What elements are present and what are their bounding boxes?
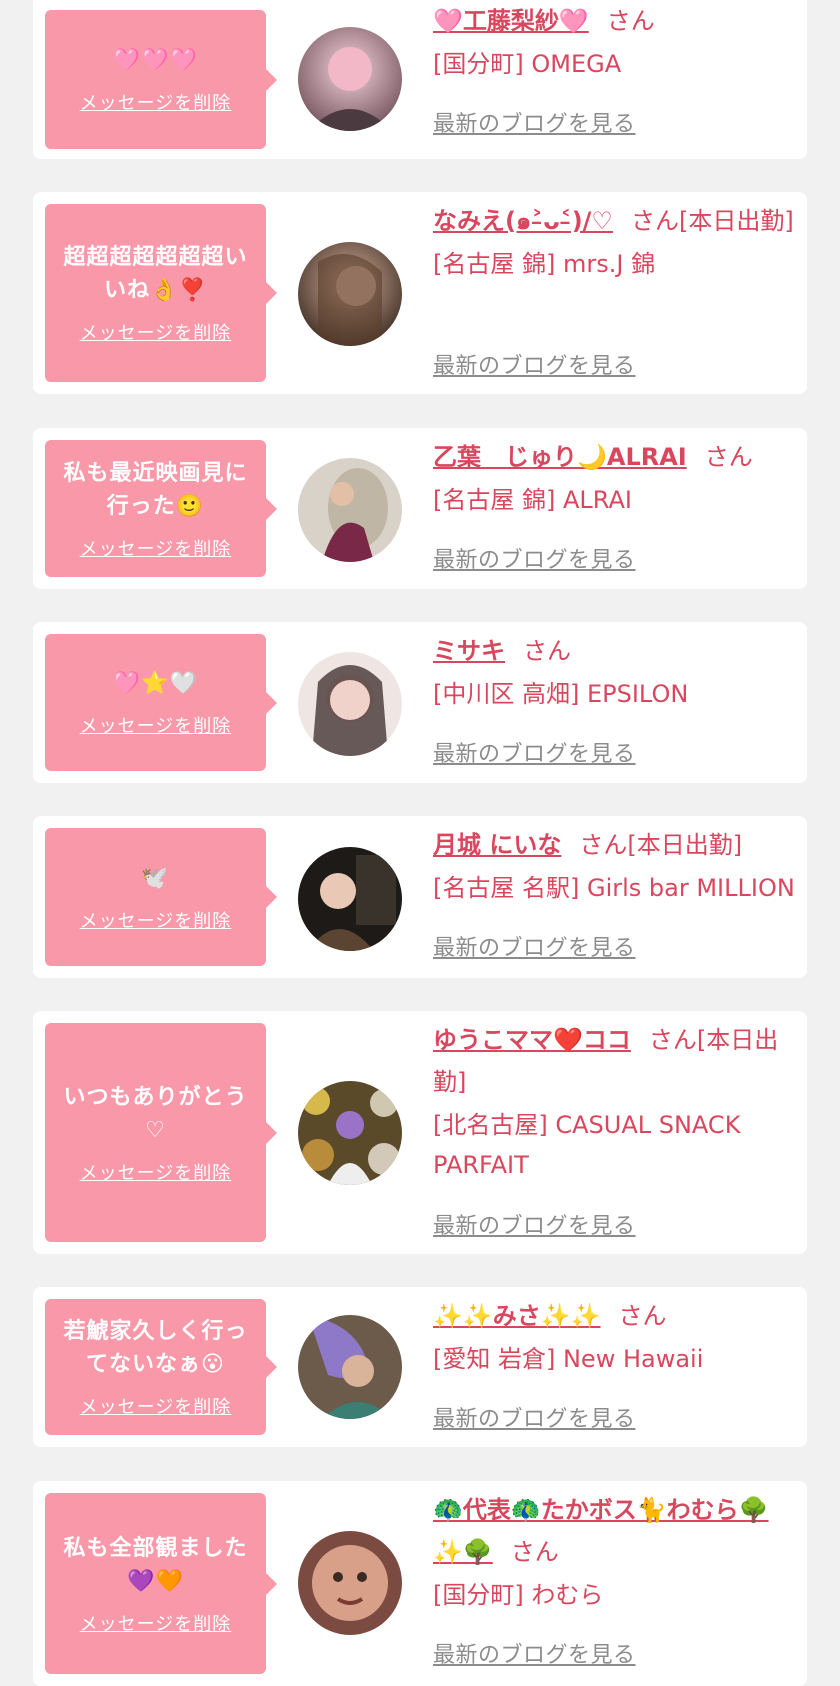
message-text: 私も最近映画見に行った🙂: [63, 460, 248, 519]
message-bubble: 🩷⭐🤍 メッセージを削除: [45, 634, 266, 771]
message-bubble: いつもありがとう♡ メッセージを削除: [45, 1023, 266, 1242]
name-suffix: さん: [510, 1538, 559, 1566]
message-text: 🩷🩷🩷: [112, 48, 199, 73]
name-suffix: さん[本日出勤]: [630, 207, 794, 235]
latest-blog-link[interactable]: 最新のブログを見る: [433, 348, 636, 380]
delete-message-link[interactable]: メッセージを削除: [80, 1159, 232, 1185]
user-info: 🩷工藤梨紗🩷 さん [国分町] OMEGA: [433, 0, 797, 84]
shop-info: [愛知 岩倉] New Hawaii: [433, 1345, 704, 1373]
shop-info: [北名古屋] CASUAL SNACK PARFAIT: [433, 1111, 741, 1179]
message-card: 🩷🩷🩷 メッセージを削除 🩷工藤梨紗🩷 さん [国分町] OMEGA 最新のブログ…: [33, 0, 807, 159]
message-bubble: 超超超超超超超いいね👌❣️ メッセージを削除: [45, 204, 266, 382]
message-bubble: 若鯱家久しく行ってないなぁ😮 メッセージを削除: [45, 1299, 266, 1435]
message-card: 超超超超超超超いいね👌❣️ メッセージを削除 なみえ(๑˃̵ᴗ˂̵)/♡ さん[本…: [33, 192, 807, 394]
latest-blog-link[interactable]: 最新のブログを見る: [433, 736, 636, 768]
user-name-link[interactable]: なみえ(๑˃̵ᴗ˂̵)/♡: [433, 207, 613, 235]
message-text: 🕊️: [141, 865, 170, 891]
delete-message-link[interactable]: メッセージを削除: [80, 89, 232, 115]
message-list: 🩷🩷🩷 メッセージを削除 🩷工藤梨紗🩷 さん [国分町] OMEGA 最新のブログ…: [0, 0, 840, 1686]
avatar[interactable]: [298, 242, 402, 346]
shop-info: [中川区 高畑] EPSILON: [433, 680, 689, 708]
avatar[interactable]: [298, 27, 402, 131]
user-name-link[interactable]: 月城 にいな: [433, 831, 561, 859]
message-card: 私も全部観ました💜🧡 メッセージを削除 🦚代表🦚たかボス🐈わむら🌳✨🌳 さん [国…: [33, 1481, 807, 1686]
name-suffix: さん: [523, 637, 571, 665]
shop-info: [国分町] OMEGA: [433, 50, 622, 78]
name-suffix: さん: [606, 7, 655, 35]
message-card: 若鯱家久しく行ってないなぁ😮 メッセージを削除 ✨✨みさ✨✨ さん [愛知 岩倉]…: [33, 1287, 807, 1447]
latest-blog-link[interactable]: 最新のブログを見る: [433, 1401, 636, 1433]
message-text: いつもありがとう♡: [63, 1084, 248, 1143]
user-name-link[interactable]: ゆうこママ❤️ココ: [433, 1026, 631, 1054]
message-bubble: 🕊️ メッセージを削除: [45, 828, 266, 966]
message-bubble: 私も全部観ました💜🧡 メッセージを削除: [45, 1493, 266, 1674]
delete-message-link[interactable]: メッセージを削除: [80, 907, 232, 933]
name-suffix: さん: [704, 443, 753, 471]
latest-blog-link[interactable]: 最新のブログを見る: [433, 930, 636, 962]
avatar[interactable]: [298, 1531, 402, 1635]
message-text: 若鯱家久しく行ってないなぁ😮: [63, 1319, 248, 1377]
user-name-link[interactable]: 乙葉 じゅり🌙ALRAI: [433, 443, 687, 471]
latest-blog-link[interactable]: 最新のブログを見る: [433, 106, 636, 138]
message-text: 🩷⭐🤍: [112, 671, 199, 696]
latest-blog-link[interactable]: 最新のブログを見る: [433, 1208, 636, 1240]
user-info: 🦚代表🦚たかボス🐈わむら🌳✨🌳 さん [国分町] わむら: [433, 1489, 797, 1615]
user-info: なみえ(๑˃̵ᴗ˂̵)/♡ さん[本日出勤] [名古屋 錦] mrs.J 錦: [433, 200, 797, 284]
user-name-link[interactable]: 🦚代表🦚たかボス🐈わむら🌳✨🌳: [433, 1496, 769, 1566]
avatar[interactable]: [298, 652, 402, 756]
message-text: 私も全部観ました💜🧡: [63, 1535, 248, 1594]
message-card: 私も最近映画見に行った🙂 メッセージを削除 乙葉 じゅり🌙ALRAI さん [名古…: [33, 428, 807, 589]
name-suffix: さん[本日出勤]: [579, 831, 743, 859]
message-card: 🩷⭐🤍 メッセージを削除 ミサキ さん [中川区 高畑] EPSILON 最新のブ…: [33, 622, 807, 783]
delete-message-link[interactable]: メッセージを削除: [80, 1393, 232, 1419]
message-card: いつもありがとう♡ メッセージを削除 ゆうこママ❤️ココ さん[本日出勤] [北名…: [33, 1011, 807, 1254]
name-suffix: さん: [618, 1302, 667, 1330]
avatar[interactable]: [298, 458, 402, 562]
avatar[interactable]: [298, 1081, 402, 1185]
user-info: ✨✨みさ✨✨ さん [愛知 岩倉] New Hawaii: [433, 1295, 797, 1379]
user-info: 月城 にいな さん[本日出勤] [名古屋 名駅] Girls bar MILLIO…: [433, 824, 797, 908]
user-name-link[interactable]: ✨✨みさ✨✨: [433, 1302, 601, 1330]
shop-info: [国分町] わむら: [433, 1581, 604, 1609]
user-info: ミサキ さん [中川区 高畑] EPSILON: [433, 630, 797, 714]
latest-blog-link[interactable]: 最新のブログを見る: [433, 1637, 636, 1669]
message-bubble: 🩷🩷🩷 メッセージを削除: [45, 10, 266, 149]
shop-info: [名古屋 錦] ALRAI: [433, 486, 632, 514]
delete-message-link[interactable]: メッセージを削除: [80, 1610, 232, 1636]
shop-info: [名古屋 錦] mrs.J 錦: [433, 250, 656, 278]
message-text: 超超超超超超超いいね👌❣️: [63, 245, 248, 303]
shop-info: [名古屋 名駅] Girls bar MILLION: [433, 874, 795, 902]
message-bubble: 私も最近映画見に行った🙂 メッセージを削除: [45, 440, 266, 577]
user-info: 乙葉 じゅり🌙ALRAI さん [名古屋 錦] ALRAI: [433, 436, 797, 520]
delete-message-link[interactable]: メッセージを削除: [80, 712, 232, 738]
user-name-link[interactable]: ミサキ: [433, 637, 505, 665]
user-info: ゆうこママ❤️ココ さん[本日出勤] [北名古屋] CASUAL SNACK PA…: [433, 1019, 797, 1185]
delete-message-link[interactable]: メッセージを削除: [80, 319, 232, 345]
message-card: 🕊️ メッセージを削除 月城 にいな さん[本日出勤] [名古屋 名駅] Girl…: [33, 816, 807, 978]
avatar[interactable]: [298, 1315, 402, 1419]
latest-blog-link[interactable]: 最新のブログを見る: [433, 542, 636, 574]
delete-message-link[interactable]: メッセージを削除: [80, 535, 232, 561]
avatar[interactable]: [298, 847, 402, 951]
user-name-link[interactable]: 🩷工藤梨紗🩷: [433, 7, 589, 35]
